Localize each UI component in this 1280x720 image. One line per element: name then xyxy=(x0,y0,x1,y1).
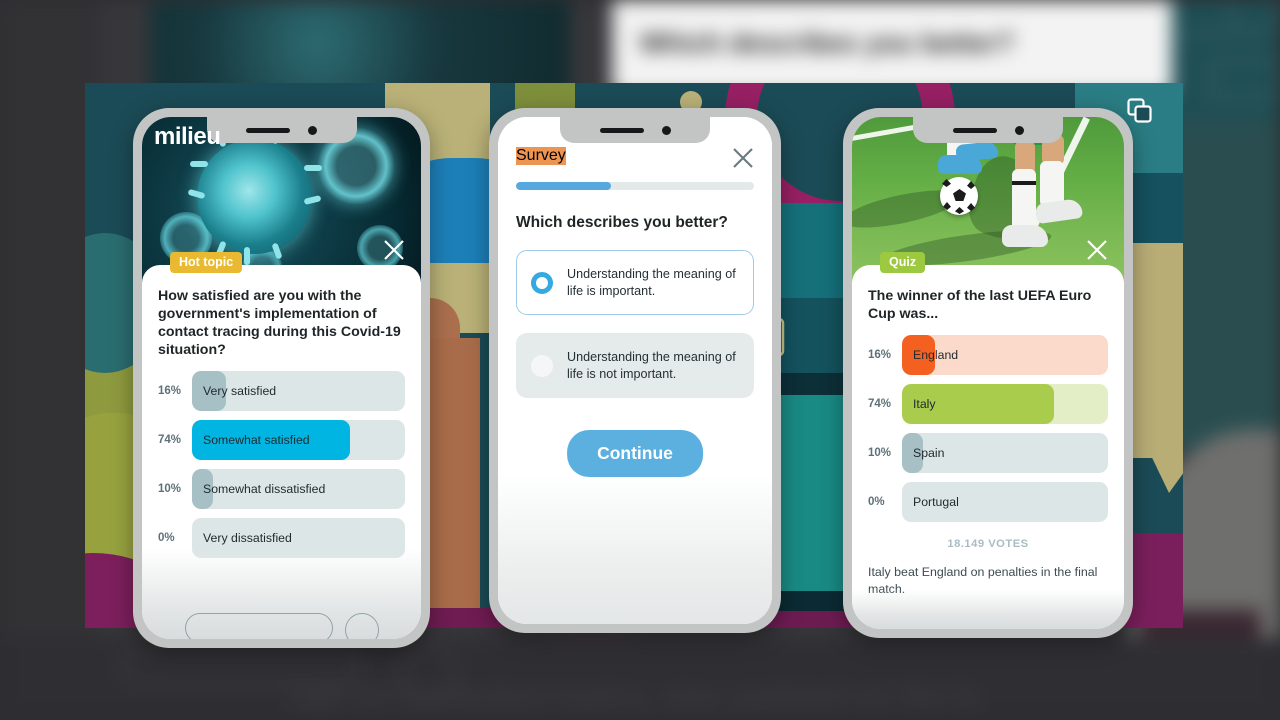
quiz-option-label: England xyxy=(913,348,959,363)
poll-option-label: Somewhat satisfied xyxy=(203,433,310,448)
quiz-options: 16% England 74% Italy 10% Spain 0% Portugal xyxy=(868,335,1108,523)
poll-option-percent: 74% xyxy=(158,434,182,447)
phone-survey: Survey Which describes you better? Under… xyxy=(489,108,781,633)
continue-button[interactable]: Continue xyxy=(567,430,703,477)
poll-option-label: Somewhat dissatisfied xyxy=(203,482,326,497)
soccer-ball xyxy=(940,177,978,215)
radio-selected-icon[interactable] xyxy=(531,271,553,294)
poll-option-row[interactable]: 16% Very satisfied xyxy=(158,371,405,412)
survey-progress-fill xyxy=(516,182,612,190)
quiz-option-row[interactable]: 74% Italy xyxy=(868,384,1108,425)
poll-options: 16% Very satisfied 74% Somewhat satisfied 10… xyxy=(158,371,405,559)
quiz-option-label: Portugal xyxy=(913,495,959,510)
quiz-option-percent: 74% xyxy=(868,398,892,411)
quiz-option-track: Spain xyxy=(902,433,1108,474)
poll-option-track: Very dissatisfied xyxy=(192,518,405,559)
backdrop-tagline: ugh on hot-button topics, stay updated o… xyxy=(290,680,979,713)
close-icon[interactable] xyxy=(732,147,754,169)
quiz-question: The winner of the last UEFA Euro Cup was… xyxy=(868,288,1092,323)
survey-question: Which describes you better? xyxy=(516,214,728,231)
quiz-option-label: Italy xyxy=(913,397,936,412)
tag-quiz: Quiz xyxy=(880,252,926,273)
quiz-option-percent: 10% xyxy=(868,447,892,460)
close-icon[interactable] xyxy=(1086,239,1108,261)
bottom-action-bar xyxy=(142,613,421,639)
tag-survey: Survey xyxy=(516,147,566,165)
poll-question: How satisfied are you with the governmen… xyxy=(158,288,401,359)
poll-option-row[interactable]: 74% Somewhat satisfied xyxy=(158,420,405,461)
phone-quiz: Quiz The winner of the last UEFA Euro Cu… xyxy=(843,108,1133,638)
milieu-logo: milieu xyxy=(154,123,221,150)
poll-option-label: Very satisfied xyxy=(203,384,277,399)
poll-results-button[interactable] xyxy=(184,613,333,639)
copy-duplicate-icon[interactable] xyxy=(1127,98,1153,124)
poll-option-track: Somewhat dissatisfied xyxy=(192,469,405,510)
poll-option-percent: 16% xyxy=(158,385,182,398)
quiz-option-track: England xyxy=(902,335,1108,376)
poll-option-label: Very dissatisfied xyxy=(203,531,292,546)
quiz-option-row[interactable]: 16% England xyxy=(868,335,1108,376)
share-button[interactable] xyxy=(344,613,379,639)
poll-option-row[interactable]: 0% Very dissatisfied xyxy=(158,518,405,559)
quiz-option-percent: 16% xyxy=(868,349,892,362)
poll-option-track: Very satisfied xyxy=(192,371,405,412)
survey-option[interactable]: Understanding the meaning of life is imp… xyxy=(516,250,754,316)
poll-option-percent: 10% xyxy=(158,483,182,496)
radio-unselected-icon[interactable] xyxy=(531,354,553,377)
quiz-option-track: Italy xyxy=(902,384,1108,425)
phone-hot-topic: milieu Hot topic How satisfied are you w… xyxy=(133,108,430,648)
tag-hot-topic: Hot topic xyxy=(170,252,243,273)
phone-notch xyxy=(206,117,357,143)
survey-option[interactable]: Understanding the meaning of life is not… xyxy=(516,333,754,399)
quiz-option-row[interactable]: 0% Portugal xyxy=(868,482,1108,523)
close-icon[interactable] xyxy=(383,239,405,261)
votes-count: 18.149 VOTES xyxy=(947,538,1029,551)
quiz-option-track: Portugal xyxy=(902,482,1108,523)
quiz-option-label: Spain xyxy=(913,446,945,461)
survey-option-label: Understanding the meaning of life is imp… xyxy=(567,267,736,298)
poll-option-track: Somewhat satisfied xyxy=(192,420,405,461)
phone-notch xyxy=(913,117,1063,143)
survey-progress-bar xyxy=(516,182,754,190)
poll-option-percent: 0% xyxy=(158,532,175,545)
poll-option-row[interactable]: 10% Somewhat dissatisfied xyxy=(158,469,405,510)
screenshot-stage: Which describes you better? ugh on hot-b… xyxy=(0,0,1280,720)
survey-options: Understanding the meaning of life is imp… xyxy=(516,250,754,399)
survey-option-label: Understanding the meaning of life is not… xyxy=(567,350,736,381)
quiz-option-percent: 0% xyxy=(868,496,885,509)
quiz-explanation: Italy beat England on penalties in the f… xyxy=(868,565,1098,596)
backdrop-card-text: Which describes you better? xyxy=(640,28,1015,58)
quiz-option-row[interactable]: 10% Spain xyxy=(868,433,1108,474)
phone-notch xyxy=(560,117,710,143)
